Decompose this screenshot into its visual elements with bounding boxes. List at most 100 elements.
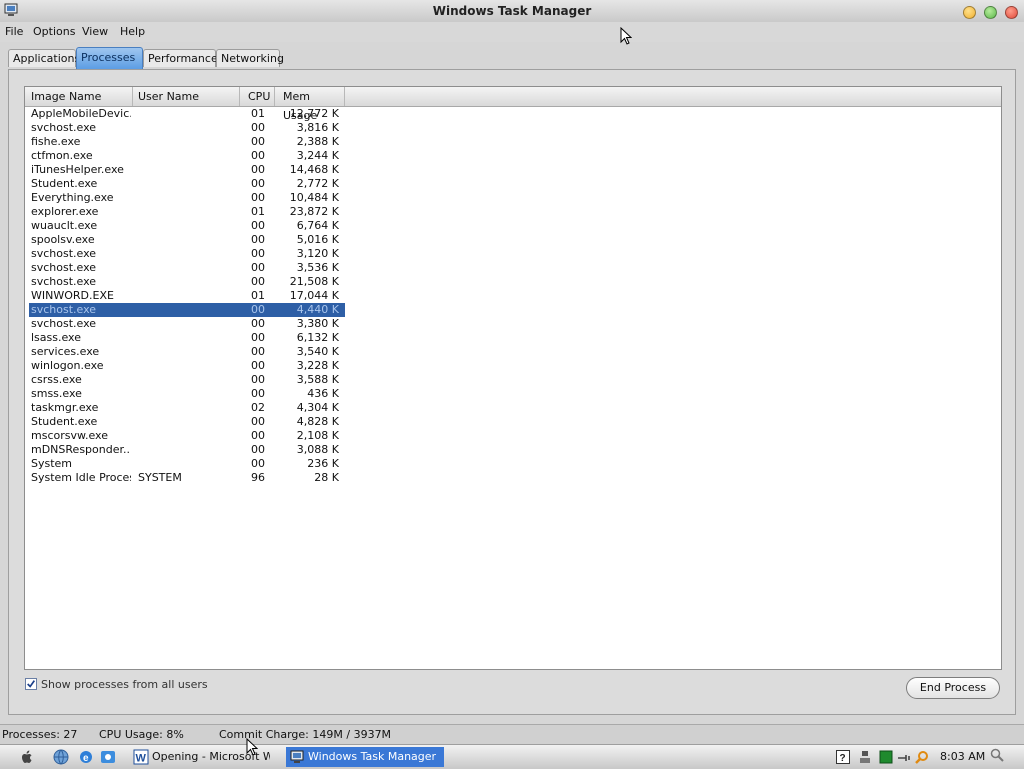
- tab-performance[interactable]: Performance: [143, 49, 218, 67]
- internet-explorer-icon[interactable]: e: [78, 749, 94, 765]
- process-cpu-cell: 01: [251, 107, 265, 120]
- status-processes: Processes: 27: [2, 728, 78, 741]
- process-mem-cell: 12,772 K: [289, 107, 339, 120]
- process-cpu-cell: 96: [251, 471, 265, 484]
- process-mem-cell: 436 K: [307, 387, 339, 400]
- table-row[interactable]: explorer.exe 01 23,872 K: [29, 205, 345, 219]
- process-cpu-cell: 00: [251, 163, 265, 176]
- table-row[interactable]: mscorsvw.exe 00 2,108 K: [29, 429, 345, 443]
- table-row[interactable]: svchost.exe 00 3,816 K: [29, 121, 345, 135]
- process-name-cell: svchost.exe: [31, 261, 97, 274]
- process-name-cell: services.exe: [31, 345, 100, 358]
- spotlight-icon[interactable]: [990, 748, 1004, 762]
- process-name-cell: svchost.exe: [31, 121, 97, 134]
- menu-help[interactable]: Help: [120, 25, 145, 38]
- tab-processes[interactable]: Processes: [76, 47, 143, 69]
- table-row[interactable]: Student.exe 00 4,828 K: [29, 415, 345, 429]
- tab-applications[interactable]: Applications: [8, 49, 80, 67]
- table-row[interactable]: lsass.exe 00 6,132 K: [29, 331, 345, 345]
- table-row[interactable]: svchost.exe 00 3,536 K: [29, 261, 345, 275]
- process-name-cell: svchost.exe: [31, 247, 97, 260]
- table-row[interactable]: services.exe 00 3,540 K: [29, 345, 345, 359]
- column-mem-usage[interactable]: Mem Usage: [275, 87, 345, 122]
- table-row[interactable]: System 00 236 K: [29, 457, 345, 471]
- column-user-name[interactable]: User Name: [133, 87, 240, 106]
- apple-icon[interactable]: [19, 749, 35, 765]
- search-tray-icon[interactable]: [915, 750, 929, 764]
- table-row[interactable]: taskmgr.exe 02 4,304 K: [29, 401, 345, 415]
- table-row[interactable]: Everything.exe 00 10,484 K: [29, 191, 345, 205]
- process-mem-cell: 3,088 K: [296, 443, 339, 456]
- title-bar: Windows Task Manager: [0, 0, 1024, 23]
- column-image-name[interactable]: Image Name: [25, 87, 133, 106]
- svg-text:?: ?: [840, 753, 846, 764]
- process-name-cell: System: [31, 457, 73, 470]
- process-name-cell: winlogon.exe: [31, 359, 104, 372]
- minimize-button[interactable]: [963, 6, 976, 19]
- table-row[interactable]: fishe.exe 00 2,388 K: [29, 135, 345, 149]
- taskbar-task-manager[interactable]: Windows Task Manager: [286, 747, 444, 767]
- process-cpu-cell: 00: [251, 177, 265, 190]
- help-icon[interactable]: ?: [836, 750, 850, 764]
- end-process-button[interactable]: End Process: [906, 677, 1000, 699]
- process-mem-cell: 6,764 K: [296, 219, 339, 232]
- process-mem-cell: 6,132 K: [296, 331, 339, 344]
- process-name-cell: lsass.exe: [31, 331, 81, 344]
- menu-options[interactable]: Options: [33, 25, 75, 38]
- table-row[interactable]: csrss.exe 00 3,588 K: [29, 373, 345, 387]
- table-row[interactable]: ctfmon.exe 00 3,244 K: [29, 149, 345, 163]
- globe-icon[interactable]: [53, 749, 69, 765]
- process-mem-cell: 3,228 K: [296, 359, 339, 372]
- process-name-cell: spoolsv.exe: [31, 233, 95, 246]
- process-mem-cell: 3,120 K: [296, 247, 339, 260]
- table-row[interactable]: svchost.exe 00 3,120 K: [29, 247, 345, 261]
- process-name-cell: Student.exe: [31, 415, 98, 428]
- table-row[interactable]: spoolsv.exe 00 5,016 K: [29, 233, 345, 247]
- process-cpu-cell: 00: [251, 135, 265, 148]
- table-row[interactable]: AppleMobileDevic... 01 12,772 K: [29, 107, 345, 121]
- window-title: Windows Task Manager: [432, 4, 592, 18]
- process-mem-cell: 28 K: [314, 471, 339, 484]
- table-row[interactable]: Student.exe 00 2,772 K: [29, 177, 345, 191]
- process-cpu-cell: 00: [251, 261, 265, 274]
- process-mem-cell: 23,872 K: [289, 205, 339, 218]
- close-button[interactable]: [1005, 6, 1018, 19]
- table-row[interactable]: smss.exe 00 436 K: [29, 387, 345, 401]
- table-row[interactable]: winlogon.exe 00 3,228 K: [29, 359, 345, 373]
- process-cpu-cell: 00: [251, 247, 265, 260]
- table-row[interactable]: mDNSResponder.... 00 3,088 K: [29, 443, 345, 457]
- column-cpu[interactable]: CPU: [240, 87, 275, 106]
- maximize-button[interactable]: [984, 6, 997, 19]
- process-name-cell: iTunesHelper.exe: [31, 163, 124, 176]
- process-name-cell: csrss.exe: [31, 373, 82, 386]
- process-cpu-cell: 00: [251, 331, 265, 344]
- taskbar: e W Opening - Microsoft W... Windows Tas…: [0, 744, 1024, 769]
- menu-file[interactable]: File: [5, 25, 23, 38]
- table-row[interactable]: wuauclt.exe 00 6,764 K: [29, 219, 345, 233]
- table-row[interactable]: svchost.exe 00 21,508 K: [29, 275, 345, 289]
- media-icon[interactable]: [100, 749, 116, 765]
- table-row[interactable]: svchost.exe 00 3,380 K: [29, 317, 345, 331]
- menu-view[interactable]: View: [82, 25, 108, 38]
- show-all-users-checkbox[interactable]: [25, 678, 37, 690]
- process-mem-cell: 3,536 K: [296, 261, 339, 274]
- show-all-users-label: Show processes from all users: [41, 678, 208, 691]
- process-name-cell: AppleMobileDevic...: [31, 107, 131, 120]
- table-row[interactable]: svchost.exe 00 4,440 K: [29, 303, 345, 317]
- table-row[interactable]: System Idle Process SYSTEM 96 28 K: [29, 471, 345, 485]
- process-mem-cell: 4,304 K: [296, 401, 339, 414]
- process-cpu-cell: 00: [251, 345, 265, 358]
- status-green-icon[interactable]: [879, 750, 893, 764]
- table-row[interactable]: iTunesHelper.exe 00 14,468 K: [29, 163, 345, 177]
- cable-icon[interactable]: [897, 750, 911, 764]
- process-cpu-cell: 02: [251, 401, 265, 414]
- table-row[interactable]: WINWORD.EXE 01 17,044 K: [29, 289, 345, 303]
- network-icon[interactable]: [858, 750, 872, 764]
- tab-networking[interactable]: Networking: [216, 49, 284, 67]
- process-cpu-cell: 00: [251, 149, 265, 162]
- process-mem-cell: 10,484 K: [289, 191, 339, 204]
- process-mem-cell: 4,828 K: [296, 415, 339, 428]
- process-list[interactable]: Image Name User Name CPU Mem Usage Apple…: [24, 86, 1002, 670]
- process-cpu-cell: 00: [251, 443, 265, 456]
- process-mem-cell: 4,440 K: [296, 303, 339, 316]
